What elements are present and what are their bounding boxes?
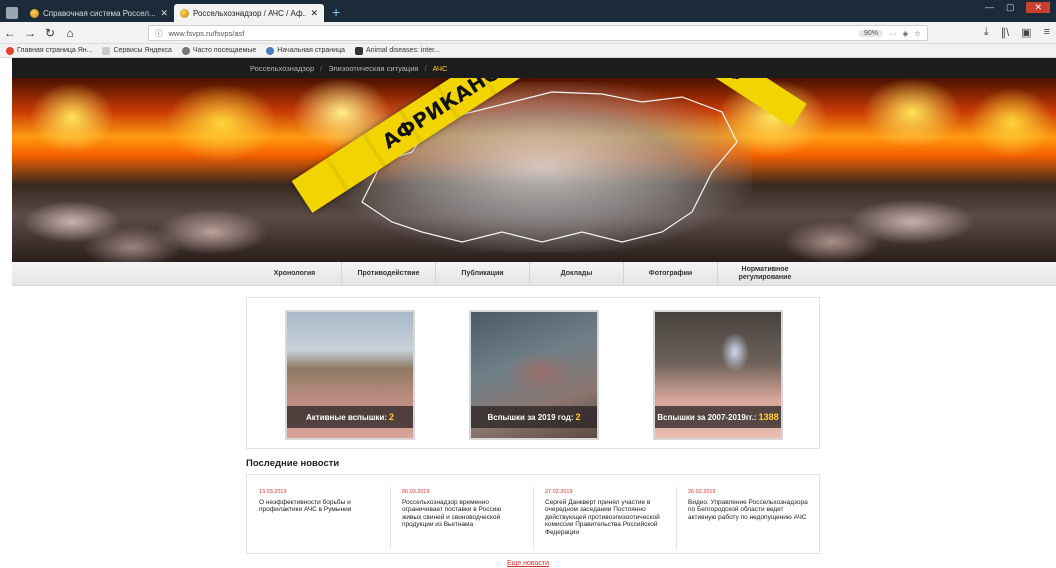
more-news-link[interactable]: Еще новости: [0, 560, 1056, 567]
maximize-icon[interactable]: ▢: [1006, 2, 1015, 13]
news-date: 26.02.2019: [688, 489, 716, 495]
tab-title: Справочная система Россел...: [43, 8, 156, 18]
tab-title: Россельхознадзор / АЧС / Аф...: [193, 8, 307, 18]
library-icon[interactable]: ∥\: [1001, 26, 1010, 39]
news-link[interactable]: Видео: Управление Россельхознадзора по Б…: [688, 499, 808, 522]
close-window-icon[interactable]: ✕: [1026, 2, 1050, 13]
stat-card-2019[interactable]: Вспышки за 2019 год: 2: [469, 310, 599, 440]
stat-label: Активные вспышки:: [306, 412, 387, 422]
folder-icon: [102, 46, 111, 55]
bookmark-item[interactable]: Часто посещаемые: [181, 46, 256, 55]
news-item[interactable]: 13.03.2019 О неэффективности борьбы и пр…: [259, 489, 379, 514]
pigs-graphic: [12, 162, 1056, 262]
favicon-icon: [30, 8, 39, 18]
stat-value: 1388: [758, 412, 779, 422]
menu-item-reports[interactable]: Доклады: [530, 262, 624, 285]
yandex-icon: [6, 46, 14, 55]
news-link[interactable]: Сергей Данкверт принял участие в очередн…: [545, 499, 665, 537]
bookmark-item[interactable]: Главная страница Ян...: [6, 46, 92, 55]
favicon-icon: [180, 8, 189, 18]
breadcrumb-item[interactable]: Эпизоотическая ситуация: [328, 64, 418, 73]
news-divider: [676, 487, 677, 549]
news-item[interactable]: 06.03.2019 Россельхознадзор временно огр…: [402, 489, 522, 529]
stat-value: 2: [388, 412, 394, 422]
forward-icon[interactable]: →: [20, 26, 40, 40]
tab-close-icon[interactable]: ✕: [160, 8, 168, 19]
breadcrumb-separator: /: [320, 63, 323, 73]
bookmark-item[interactable]: Сервисы Яндекса: [102, 46, 172, 55]
news-item[interactable]: 26.02.2019 Видео: Управление Россельхозн…: [688, 489, 808, 521]
stat-caption: Вспышки за 2007-2019гг.: 1388: [655, 406, 781, 428]
news-item[interactable]: 27.02.2019 Сергей Данкверт принял участи…: [545, 489, 665, 536]
info-icon[interactable]: ⓘ: [155, 28, 163, 39]
news-divider: [390, 487, 391, 549]
stat-value: 2: [575, 412, 581, 422]
toolbar-right: ⤓ ∥\ ▣ ≡: [984, 26, 1050, 39]
reload-icon[interactable]: ↻: [40, 26, 60, 40]
minimize-icon[interactable]: —: [985, 2, 994, 13]
stat-card-active[interactable]: Активные вспышки: 2: [285, 310, 415, 440]
browser-navigation-bar: ← → ↻ ⌂ ⓘ www.fsvps.ru/fsvps/asf 90% ···…: [0, 22, 1056, 44]
zoom-level[interactable]: 90%: [858, 29, 883, 37]
browser-tab-1[interactable]: Справочная система Россел... ✕: [24, 4, 174, 22]
gear-icon: [181, 46, 190, 55]
menu-item-publications[interactable]: Публикации: [436, 262, 530, 285]
bookmark-star-icon[interactable]: ☆: [914, 29, 921, 38]
window-menu-icon[interactable]: [6, 7, 18, 19]
stat-label: Вспышки за 2019 год:: [487, 412, 574, 422]
home-icon[interactable]: ⌂: [60, 26, 80, 40]
bookmark-item[interactable]: Начальная страница: [266, 46, 345, 55]
news-heading: Последние новости: [246, 458, 340, 469]
bookmarks-bar: Главная страница Ян... Сервисы Яндекса Ч…: [0, 44, 1056, 58]
window-controls: — ▢ ✕: [985, 2, 1050, 13]
page-actions-icon[interactable]: ···: [889, 29, 897, 38]
download-icon[interactable]: ⤓: [984, 26, 989, 39]
browser-tab-2[interactable]: Россельхознадзор / АЧС / Аф... ✕: [174, 4, 324, 22]
menu-item-chronology[interactable]: Хронология: [248, 262, 342, 285]
news-divider: [533, 487, 534, 549]
breadcrumb-separator: /: [424, 63, 427, 73]
sidebar-icon[interactable]: ▣: [1021, 26, 1031, 39]
bookmark-item[interactable]: Animal diseases: inter...: [354, 46, 440, 55]
back-icon[interactable]: ←: [0, 26, 20, 40]
stat-caption: Вспышки за 2019 год: 2: [471, 406, 597, 428]
stat-label: Вспышки за 2007-2019гг.:: [657, 412, 757, 422]
breadcrumb-current: АЧС: [432, 63, 448, 73]
url-text: www.fsvps.ru/fsvps/asf: [168, 28, 245, 38]
outbreak-stats-panel: Активные вспышки: 2 Вспышки за 2019 год:…: [246, 297, 820, 449]
browser-tab-bar: Справочная система Россел... ✕ Россельхо…: [0, 0, 1056, 22]
site-icon: [354, 46, 363, 55]
menu-item-regulation[interactable]: Нормативное регулирование: [718, 262, 812, 285]
page-margin: [0, 58, 12, 568]
news-link[interactable]: Россельхознадзор временно ограничивает п…: [402, 499, 522, 529]
menu-item-photos[interactable]: Фотографии: [624, 262, 718, 285]
breadcrumb: Россельхознадзор / Эпизоотическая ситуац…: [12, 58, 1056, 78]
breadcrumb-item[interactable]: Россельхознадзор: [250, 64, 314, 73]
news-link[interactable]: О неэффективности борьбы и профилактики …: [259, 499, 379, 514]
stat-caption: Активные вспышки: 2: [287, 406, 413, 428]
news-date: 13.03.2019: [259, 489, 287, 495]
header-banner: АФ АФРИКАНСКАЯ ЧУМА СВИНЕЙ: [12, 78, 1056, 262]
stat-card-total[interactable]: Вспышки за 2007-2019гг.: 1388: [653, 310, 783, 440]
new-tab-button[interactable]: +: [332, 4, 340, 20]
news-date: 06.03.2019: [402, 489, 430, 495]
menu-icon[interactable]: ≡: [1044, 26, 1050, 39]
menu-item-countermeasures[interactable]: Противодействие: [342, 262, 436, 285]
globe-icon: [266, 46, 275, 55]
pocket-icon[interactable]: ◈: [902, 29, 908, 38]
news-date: 27.02.2019: [545, 489, 573, 495]
url-bar[interactable]: ⓘ www.fsvps.ru/fsvps/asf 90% ··· ◈ ☆: [148, 25, 928, 41]
tab-close-icon[interactable]: ✕: [310, 8, 318, 19]
section-menu: Хронология Противодействие Публикации До…: [12, 262, 1056, 286]
news-panel: 13.03.2019 О неэффективности борьбы и пр…: [246, 474, 820, 554]
